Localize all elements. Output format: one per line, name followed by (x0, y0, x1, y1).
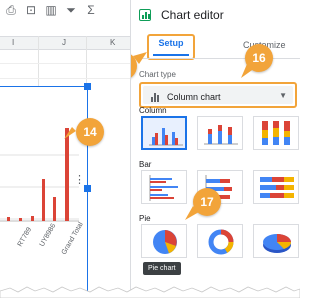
x-tick-label: UY8986 (39, 223, 58, 248)
thumb-100-column-chart[interactable] (253, 116, 299, 150)
link-icon[interactable]: ⊡ (24, 3, 38, 17)
thumb-column-chart[interactable] (141, 116, 187, 150)
pointer-shape (64, 127, 76, 139)
spreadsheet-area: ⎙ ⊡ ▥ ⏷ Σ I J K RT789 UY8986 Grand Total… (0, 0, 130, 298)
pie-chart-thumbnail (153, 230, 177, 254)
sum-icon[interactable]: Σ (84, 3, 98, 17)
panel-title: Chart editor (161, 8, 224, 22)
chart-bar (42, 179, 45, 221)
thumb-100-bar-chart[interactable] (253, 170, 299, 204)
dropdown-caret-icon: ▼ (279, 91, 287, 100)
thumb-donut-chart[interactable] (197, 224, 243, 258)
print-icon[interactable]: ⎙ (4, 3, 18, 17)
section-label-bar: Bar (139, 160, 152, 169)
active-tab-indicator (153, 54, 189, 56)
thumb-pie-chart[interactable] (141, 224, 187, 258)
grid-line (0, 63, 130, 64)
badge-pointer (64, 127, 76, 139)
torn-edge-decoration (0, 286, 300, 298)
chart-type-dropdown[interactable]: Column chart ▼ (139, 82, 297, 108)
chart-plot: RT789 UY8986 Grand Total (0, 128, 85, 256)
chart-bar (31, 216, 34, 221)
x-tick-label: RT789 (17, 226, 34, 248)
badge-pointer (241, 64, 255, 78)
column-header-k[interactable]: K (110, 38, 115, 47)
dropdown-value: Column chart (167, 92, 221, 102)
badge-pointer (185, 206, 199, 220)
chart-bar (7, 217, 10, 221)
dropdown-field: Column chart ▼ (143, 86, 293, 104)
column-header-j[interactable]: J (62, 38, 66, 47)
percent-bar-thumbnail (260, 177, 294, 198)
filter-icon[interactable]: ⏷ (64, 3, 78, 17)
thumb-3d-pie-chart[interactable] (253, 224, 299, 258)
percent-column-thumbnail (262, 121, 290, 145)
column-header-bar: I J K (0, 36, 130, 50)
grid-line (0, 78, 130, 79)
tabs-divider (131, 58, 300, 59)
chart-editor-icon (139, 9, 151, 21)
donut-chart-thumbnail (208, 229, 234, 255)
resize-handle[interactable] (84, 185, 91, 192)
column-chart-icon (151, 93, 161, 102)
chart-editor-panel: Chart editor Setup Customize Chart type … (130, 0, 300, 298)
section-label-column: Column (139, 106, 167, 115)
chart-bar (65, 128, 69, 221)
chart-bar (19, 218, 22, 221)
pointer-shape (185, 206, 199, 220)
pointer-shape (241, 64, 255, 78)
torn-edge-shape (0, 286, 300, 298)
bar-chart-thumbnail (149, 175, 178, 201)
chart-bar (53, 197, 56, 221)
badge-pointer (133, 52, 147, 64)
thumb-bar-chart[interactable] (141, 170, 187, 204)
resize-handle[interactable] (84, 83, 91, 90)
chart-type-label: Chart type (139, 70, 176, 79)
3d-pie-thumbnail (263, 234, 292, 253)
x-tick-label: Grand Total (61, 221, 85, 256)
thumb-stacked-column-chart[interactable] (197, 116, 243, 150)
step-badge-14: 14 (76, 118, 104, 146)
insert-chart-icon[interactable]: ▥ (44, 3, 58, 17)
stacked-column-thumbnail (204, 125, 238, 145)
embedded-chart[interactable]: RT789 UY8986 Grand Total ⋮ (0, 86, 88, 298)
pointer-shape (133, 52, 147, 64)
column-chart-thumbnail (149, 128, 183, 146)
tab-setup[interactable]: Setup (155, 38, 187, 52)
sheet-toolbar: ⎙ ⊡ ▥ ⏷ Σ (0, 0, 130, 20)
column-header-i[interactable]: I (12, 38, 14, 47)
section-label-pie: Pie (139, 214, 151, 223)
pie-chart-tooltip: Pie chart (143, 262, 181, 275)
